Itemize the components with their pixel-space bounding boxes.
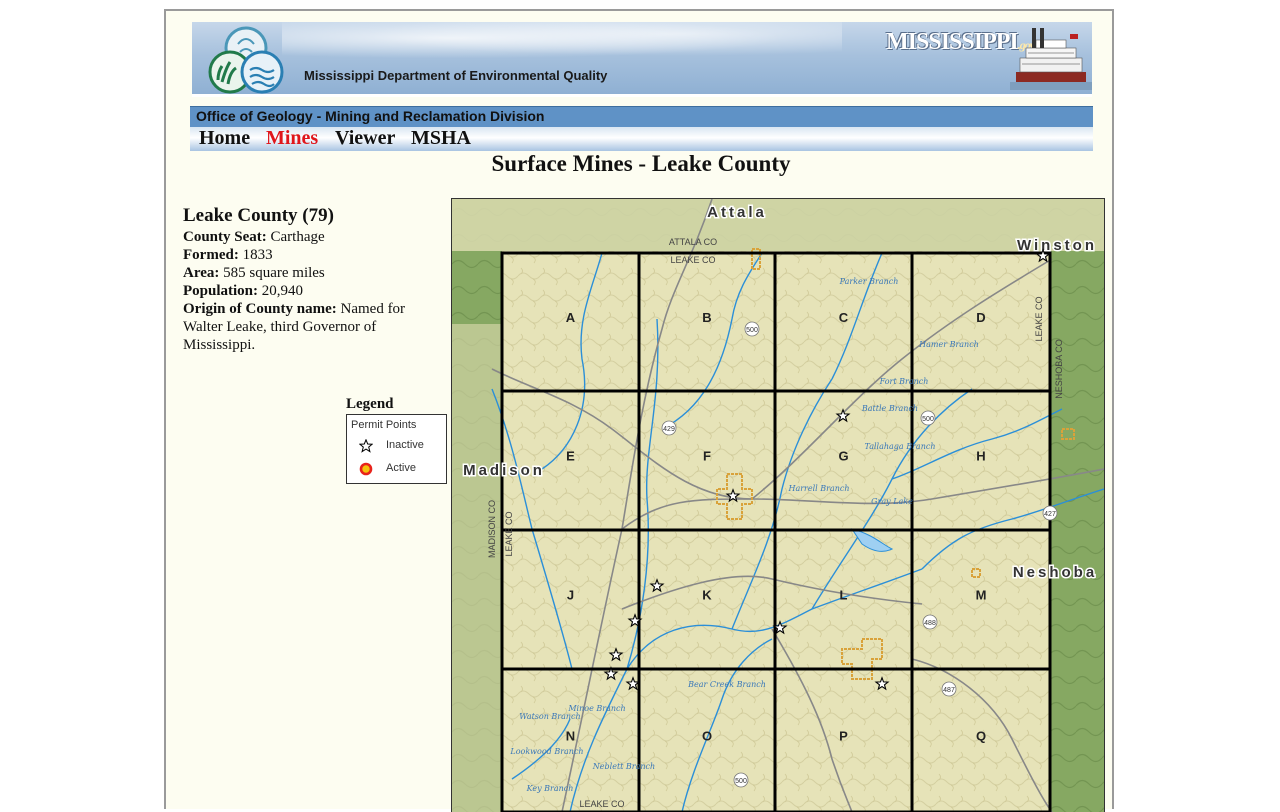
formed-row: Formed: 1833: [183, 246, 443, 264]
neighbor-label-winston: Winston: [1017, 237, 1097, 254]
route-number-2: 500: [735, 778, 747, 785]
banner-clouds: [282, 22, 842, 62]
riverboat-icon: [1010, 28, 1092, 90]
grid-cell-label-E: E: [566, 449, 575, 464]
water-label-4: Battle Branch: [861, 404, 918, 413]
banner-divider: [192, 94, 1092, 97]
formed-label: Formed:: [183, 247, 239, 263]
county-info: Leake County (79) County Seat: Carthage …: [183, 204, 443, 354]
water-label-12: Neblett Branch: [592, 762, 655, 771]
water-label-7: Watson Branch: [519, 712, 580, 721]
grid-cell-label-Q: Q: [976, 729, 986, 744]
county-line-label-5: LEAKE CO: [504, 511, 514, 556]
population-value: 20,940: [261, 283, 304, 299]
office-title: Office of Geology - Mining and Reclamati…: [196, 108, 545, 124]
origin-row: Origin of County name: Named for Walter …: [183, 300, 443, 354]
water-label-6: Gray Lake: [871, 497, 913, 506]
neighbor-band-top: [452, 199, 1104, 251]
active-dot-icon: [359, 462, 373, 476]
county-seat-value: Carthage: [270, 229, 325, 245]
area-label: Area:: [183, 265, 220, 281]
route-number-4: 487: [943, 687, 955, 694]
grid-cell-label-H: H: [976, 449, 985, 464]
grid-cell-label-D: D: [976, 310, 985, 325]
county-line-label-6: LEAKE CO: [579, 799, 624, 809]
legend-inactive-label: Inactive: [386, 439, 424, 451]
water-label-5: Harrell Branch: [787, 484, 849, 493]
page-title: Surface Mines - Leake County: [491, 151, 791, 176]
nav-mines-link[interactable]: Mines: [266, 127, 318, 150]
area-value: 585 square miles: [223, 265, 325, 281]
water-label-0: Parker Branch: [839, 277, 899, 286]
neighbor-label-neshoba: Neshoba: [1013, 564, 1097, 581]
county-seat-label: County Seat:: [183, 229, 267, 245]
county-line-label-0: ATTALA CO: [669, 237, 717, 247]
water-label-10: Minoe Branch: [567, 704, 625, 713]
water-label-9: Key Branch: [526, 784, 574, 793]
grid-cell-label-A: A: [566, 310, 576, 325]
grid-cell-label-M: M: [976, 588, 987, 603]
mdeq-logo-icon[interactable]: [200, 22, 292, 94]
grid-cell-label-K: K: [702, 588, 712, 603]
water-label-1: Hamer Branch: [918, 340, 979, 349]
agency-banner: Mississippi Department of Environmental …: [192, 22, 1092, 94]
route-number-3: 488: [924, 620, 936, 627]
population-row: Population: 20,940: [183, 282, 443, 300]
office-bar: Office of Geology - Mining and Reclamati…: [190, 106, 1093, 127]
county-heading: Leake County (79): [183, 205, 334, 226]
legend-active-label: Active: [386, 462, 416, 474]
county-line-label-2: LEAKE CO: [1034, 296, 1044, 341]
nav-home-link[interactable]: Home: [199, 127, 250, 150]
area-row: Area: 585 square miles: [183, 264, 443, 282]
legend-subtitle: Permit Points: [351, 419, 417, 431]
origin-label: Origin of County name:: [183, 301, 337, 317]
county-line-label-4: MADISON CO: [487, 500, 497, 558]
page-frame: Mississippi Department of Environmental …: [164, 9, 1114, 812]
route-number-1: 429: [663, 426, 675, 433]
route-number-6: 500: [922, 416, 934, 423]
water-label-8: Lookwood Branch: [509, 747, 583, 756]
grid-cell-label-O: O: [702, 729, 712, 744]
agency-title: Mississippi Department of Environmental …: [304, 68, 608, 83]
water-label-2: Fort Branch: [879, 377, 929, 386]
legend-box: Permit Points Inactive Active: [346, 414, 447, 484]
map-canvas[interactable]: Attala Winston Madison Neshoba A B C D E F G H J K L M…: [452, 199, 1104, 812]
population-label: Population:: [183, 283, 259, 299]
grid-cell-label-F: F: [703, 449, 711, 464]
grid-cell-label-J: J: [567, 588, 574, 603]
grid-cell-label-C: C: [839, 310, 849, 325]
nav-msha-link[interactable]: MSHA: [411, 127, 471, 150]
route-number-0: 500: [746, 327, 758, 334]
neighbor-label-madison: Madison: [463, 462, 545, 479]
nav-viewer-link[interactable]: Viewer: [335, 127, 395, 150]
mississippi-logo-text: MISSISSIPPI: [886, 29, 1019, 55]
grid-cell-label-L: L: [840, 588, 848, 603]
neighbor-label-attala: Attala: [707, 204, 767, 221]
star-icon: [359, 439, 373, 453]
grid-cell-label-B: B: [702, 310, 711, 325]
legend-title: Legend: [346, 396, 394, 412]
water-label-11: Bear Creek Branch: [687, 680, 766, 689]
county-line-label-1: LEAKE CO: [670, 255, 715, 265]
route-number-5: 427: [1044, 511, 1056, 518]
grid-cell-label-P: P: [839, 729, 848, 744]
main-nav: Home Mines Viewer MSHA: [190, 127, 1093, 151]
county-line-label-3: NESHOBA CO: [1054, 339, 1064, 399]
county-map[interactable]: Attala Winston Madison Neshoba A B C D E F G H J K L M…: [451, 198, 1105, 812]
formed-value: 1833: [242, 247, 273, 263]
grid-cell-label-N: N: [566, 729, 575, 744]
grid-cell-label-G: G: [838, 449, 848, 464]
water-label-3: Tallahaga Branch: [865, 442, 936, 451]
county-seat-row: County Seat: Carthage: [183, 228, 443, 246]
